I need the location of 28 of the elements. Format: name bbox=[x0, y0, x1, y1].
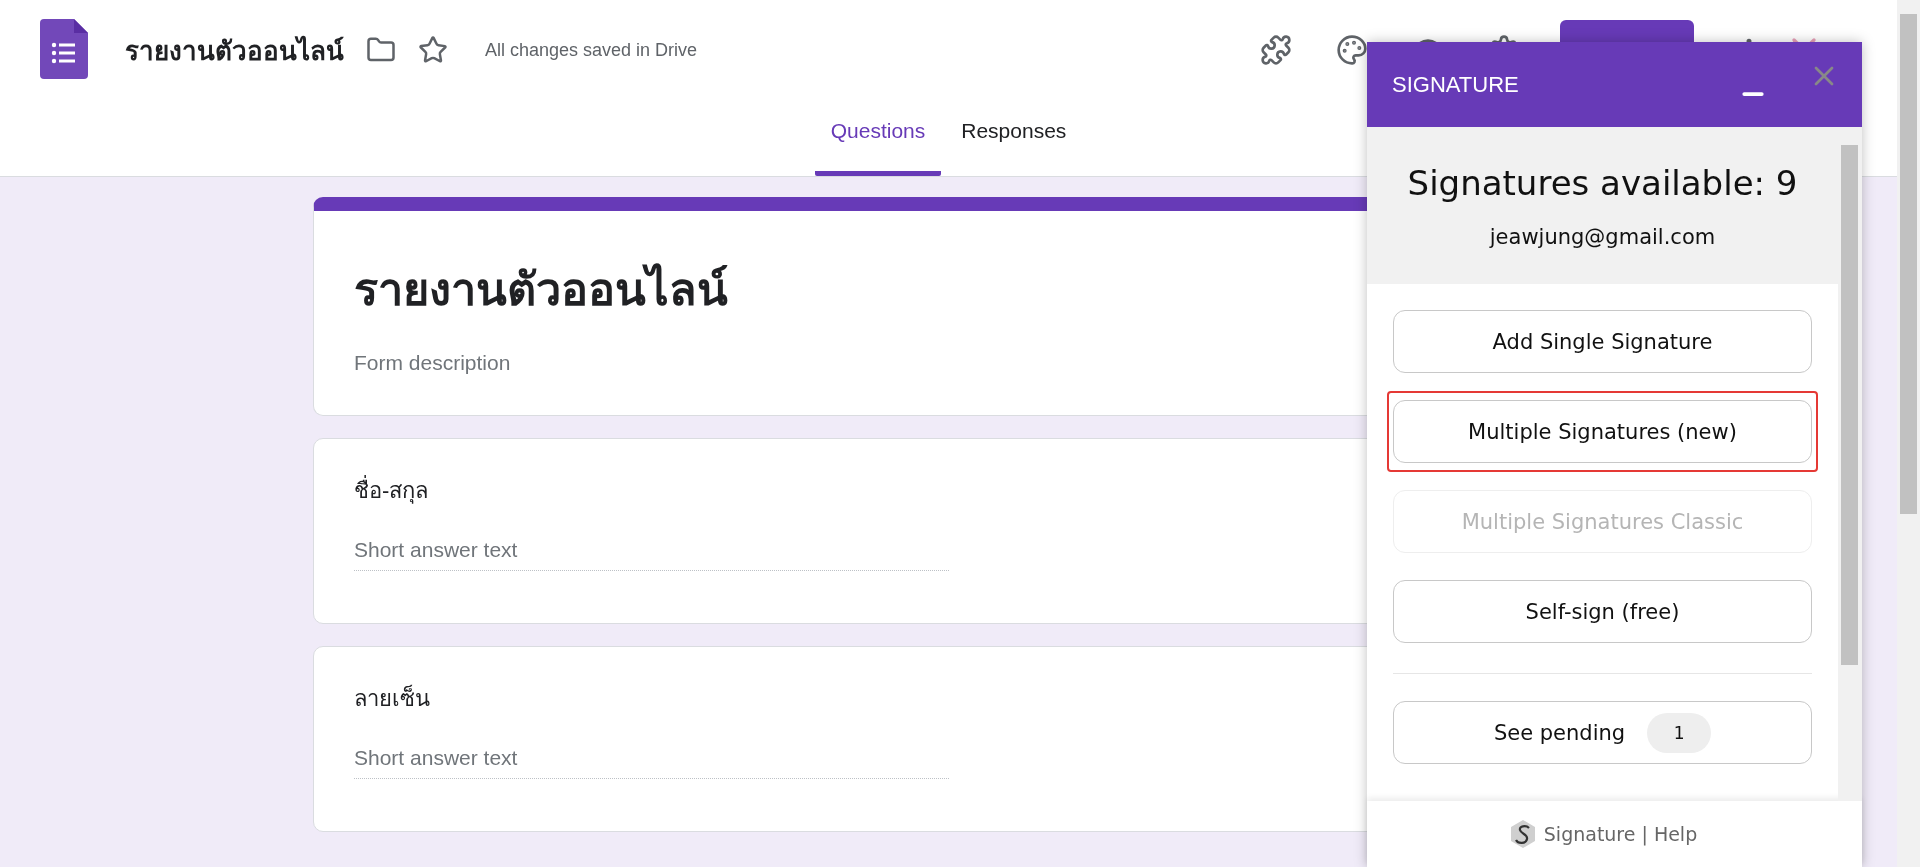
pending-count: 1 bbox=[1647, 712, 1712, 753]
brand-name: Signature bbox=[1543, 823, 1636, 845]
form-description[interactable]: Form description bbox=[354, 351, 511, 375]
forms-logo-icon[interactable] bbox=[40, 19, 88, 79]
panel-title: SIGNATURE bbox=[1392, 71, 1520, 98]
puzzle-icon[interactable] bbox=[1260, 34, 1292, 66]
separator: | bbox=[1641, 823, 1648, 845]
signature-option-button[interactable]: Add Single Signature bbox=[1393, 310, 1812, 373]
short-answer-field[interactable]: Short answer text bbox=[354, 746, 949, 779]
tab[interactable]: Questions bbox=[814, 100, 942, 176]
question-title[interactable]: ลายเซ็น bbox=[354, 681, 430, 716]
scrollbar[interactable] bbox=[1897, 0, 1920, 867]
signatures-available: Signatures available: 9 bbox=[1407, 162, 1798, 203]
document-title[interactable]: รายงานตัวออนไลน์ bbox=[125, 29, 344, 71]
account-email: jeawjung@gmail.com bbox=[1489, 224, 1716, 249]
palette-icon[interactable] bbox=[1336, 34, 1368, 66]
signature-option-button[interactable]: Multiple Signatures (new) bbox=[1393, 400, 1812, 463]
star-icon[interactable] bbox=[418, 35, 448, 65]
panel-scrollbar[interactable] bbox=[1838, 127, 1862, 801]
tab[interactable]: Responses bbox=[945, 100, 1083, 176]
button-label: See pending bbox=[1493, 720, 1626, 745]
save-status: All changes saved in Drive bbox=[485, 39, 698, 61]
help-link[interactable]: Help bbox=[1653, 823, 1698, 845]
form-title[interactable]: รายงานตัวออนไลน์ bbox=[354, 253, 728, 325]
short-answer-field[interactable]: Short answer text bbox=[354, 538, 949, 571]
signature-option-button[interactable]: Self-sign (free) bbox=[1393, 580, 1812, 643]
question-title[interactable]: ชื่อ-สกุล bbox=[354, 473, 429, 508]
see-pending-button[interactable]: See pending 1 bbox=[1393, 701, 1812, 764]
